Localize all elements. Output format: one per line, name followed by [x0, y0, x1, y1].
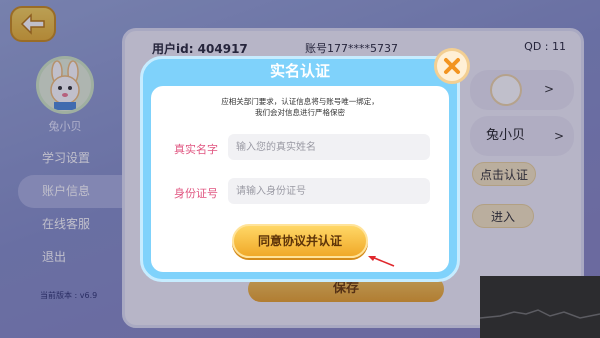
name-label: 真实名字 — [174, 143, 218, 156]
id-label: 身份证号 — [174, 187, 218, 200]
waveform-icon — [479, 309, 600, 319]
agree-and-verify-button[interactable]: 同意协议并认证 — [232, 224, 368, 258]
dialog-notice: 应相关部门要求，认证信息将与账号唯一绑定， 我们会对信息进行严格保密 — [160, 96, 440, 118]
name-input[interactable] — [228, 134, 430, 160]
red-arrow-icon — [368, 256, 395, 267]
notice-line-1: 应相关部门要求，认证信息将与账号唯一绑定， — [221, 97, 379, 106]
id-number-input[interactable] — [228, 178, 430, 204]
close-button[interactable] — [434, 48, 470, 84]
close-icon — [444, 58, 460, 74]
notice-line-2: 我们会对信息进行严格保密 — [255, 108, 345, 117]
video-inset — [479, 276, 600, 338]
dialog-title: 实名认证 — [269, 62, 330, 80]
